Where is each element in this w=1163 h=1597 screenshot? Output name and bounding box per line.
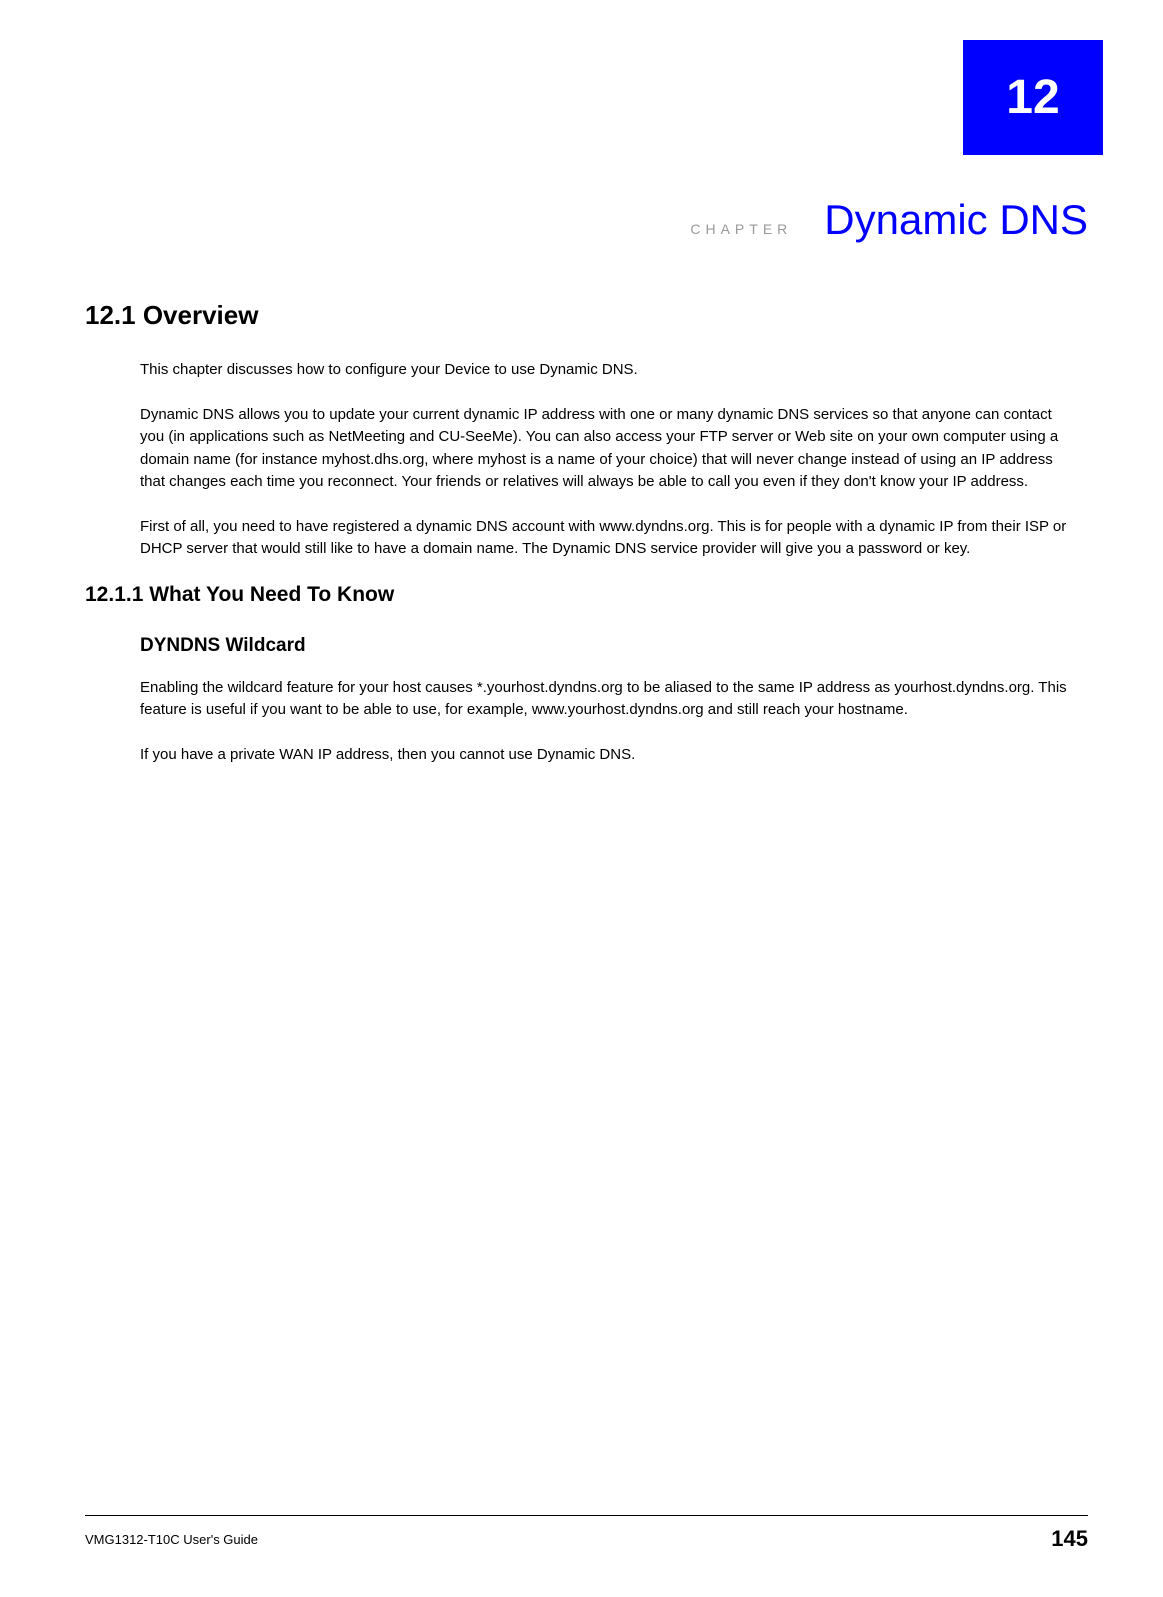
wildcard-p2: If you have a private WAN IP address, th…: [140, 744, 1068, 767]
chapter-label: CHAPTER: [690, 221, 792, 237]
page-footer: VMG1312-T10C User's Guide 145: [85, 1515, 1088, 1552]
page-content: 12.1 Overview This chapter discusses how…: [85, 300, 1068, 788]
subsubsection-heading-wildcard: DYNDNS Wildcard: [140, 635, 1068, 657]
subsection-heading-whatyouneed: 12.1.1 What You Need To Know: [85, 583, 1068, 607]
overview-p3: First of all, you need to have registere…: [140, 516, 1068, 561]
footer-guide-title: VMG1312-T10C User's Guide: [85, 1532, 258, 1547]
wildcard-p1: Enabling the wildcard feature for your h…: [140, 677, 1068, 722]
chapter-title: Dynamic DNS: [824, 196, 1088, 244]
chapter-label-row: CHAPTER Dynamic DNS: [690, 196, 1088, 244]
chapter-tab: 12: [963, 40, 1103, 155]
overview-p2: Dynamic DNS allows you to update your cu…: [140, 404, 1068, 494]
overview-p1: This chapter discusses how to configure …: [140, 359, 1068, 382]
chapter-number: 12: [1006, 70, 1059, 125]
footer-page-number: 145: [1051, 1526, 1088, 1552]
section-heading-overview: 12.1 Overview: [85, 300, 1068, 331]
